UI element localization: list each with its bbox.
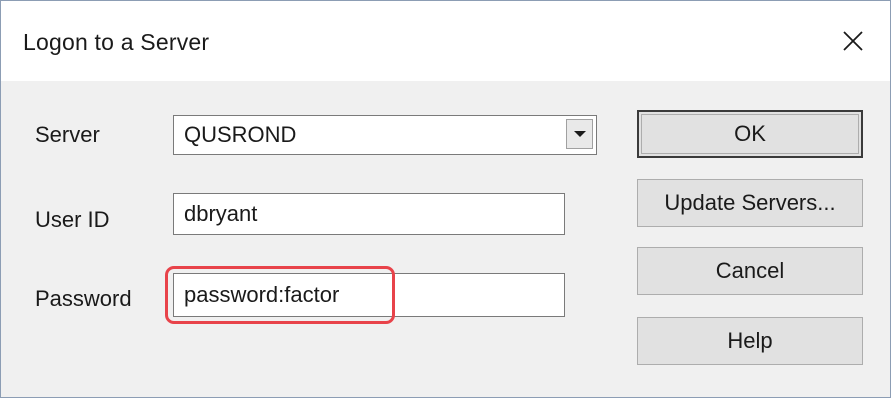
password-label: Password <box>35 286 132 311</box>
user-id-input[interactable]: dbryant <box>173 193 565 235</box>
logon-dialog: Logon to a Server Server QUSROND User ID… <box>0 0 891 398</box>
password-input[interactable]: password:factor <box>173 273 565 317</box>
cancel-button[interactable]: Cancel <box>637 247 863 295</box>
cancel-button-label: Cancel <box>715 258 785 283</box>
close-button[interactable] <box>829 19 877 63</box>
ok-button[interactable]: OK <box>637 110 863 158</box>
help-button[interactable]: Help <box>637 317 863 365</box>
password-value: password:factor <box>184 282 340 307</box>
dialog-title: Logon to a Server <box>23 29 210 55</box>
help-button-label: Help <box>727 328 773 353</box>
user-id-label: User ID <box>35 207 110 232</box>
user-id-value: dbryant <box>184 201 258 226</box>
chevron-down-icon <box>573 131 586 137</box>
server-label: Server <box>35 122 100 147</box>
ok-button-label: OK <box>734 121 766 146</box>
title-bar: Logon to a Server <box>1 1 890 81</box>
server-dropdown-button[interactable] <box>566 119 593 149</box>
server-value: QUSROND <box>184 122 297 147</box>
server-combobox[interactable]: QUSROND <box>173 115 597 155</box>
update-servers-button[interactable]: Update Servers... <box>637 179 863 227</box>
close-icon <box>843 31 863 51</box>
update-servers-button-label: Update Servers... <box>664 190 836 215</box>
